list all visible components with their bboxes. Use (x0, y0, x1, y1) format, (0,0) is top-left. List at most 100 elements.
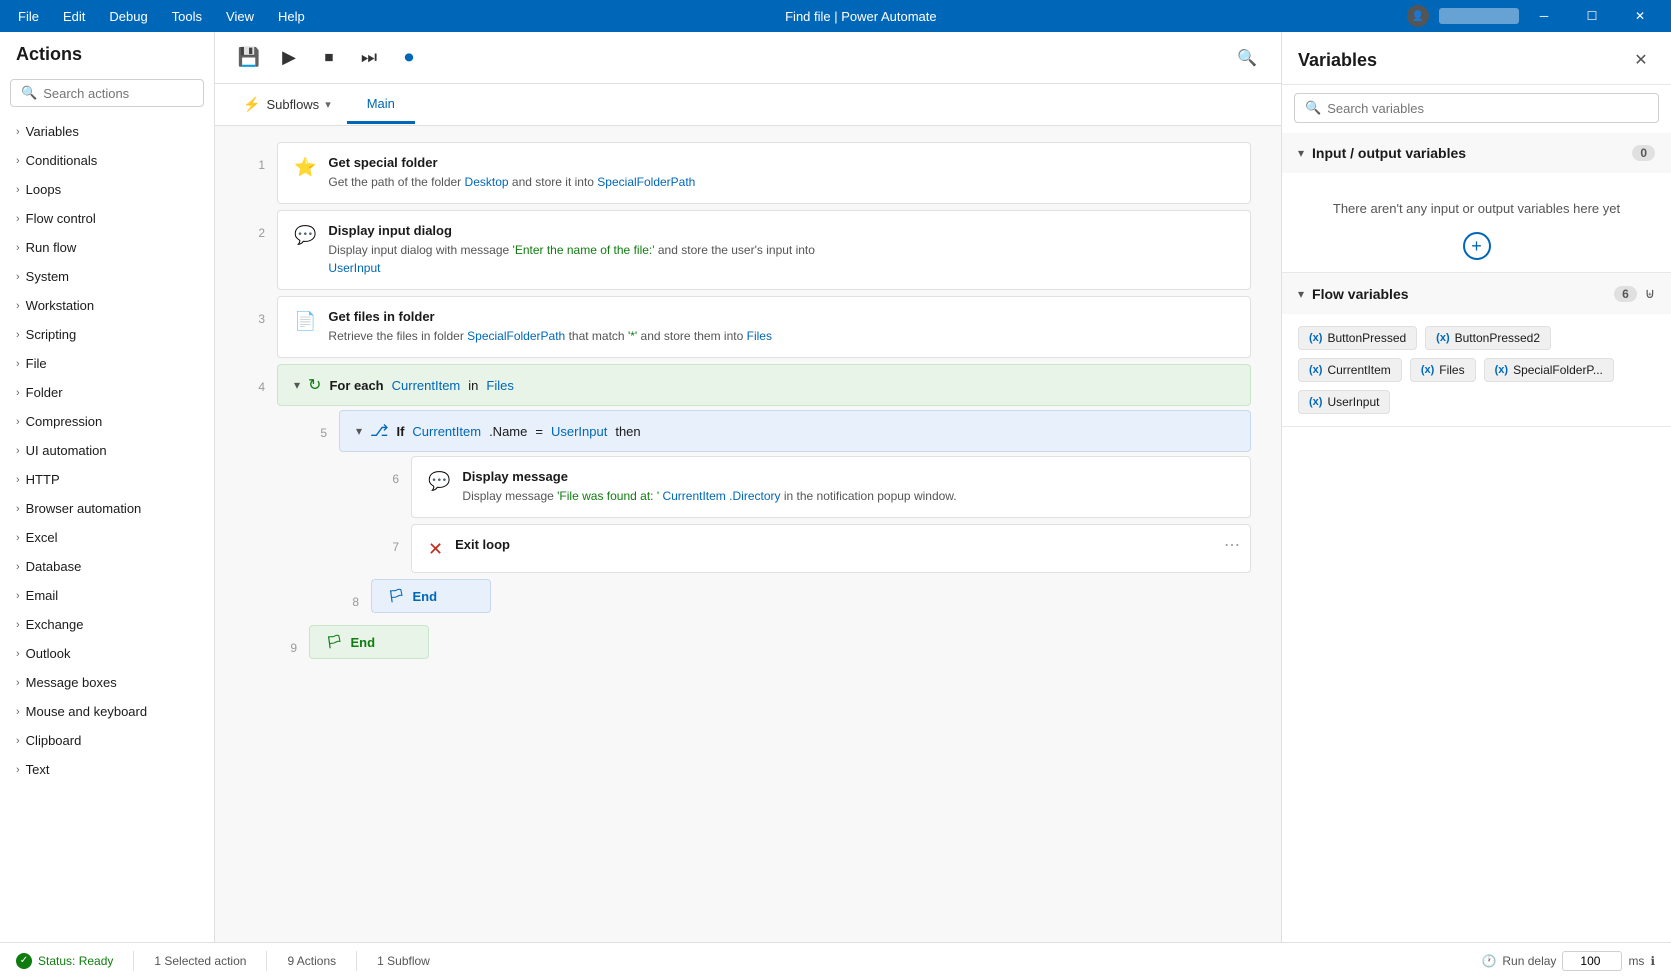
flow-canvas[interactable]: 1 ⭐ Get special folder Get the path of t… (215, 126, 1281, 942)
sidebar-item-variables[interactable]: ›Variables (0, 117, 214, 146)
sidebar-item-email[interactable]: ›Email (0, 581, 214, 610)
menu-help[interactable]: Help (268, 5, 315, 28)
sidebar-item-scripting[interactable]: ›Scripting (0, 320, 214, 349)
subflows-chevron-icon: ▾ (325, 98, 331, 111)
step-number-2: 2 (245, 210, 265, 240)
input-output-header[interactable]: ▾ Input / output variables 0 (1282, 133, 1671, 173)
minimize-button[interactable]: ─ (1521, 0, 1567, 32)
flow-step-display-msg: 6 💬 Display message Display message (379, 456, 1251, 518)
maximize-button[interactable]: ☐ (1569, 0, 1615, 32)
var-chip-files[interactable]: (x) Files (1410, 358, 1476, 382)
sidebar-item-workstation[interactable]: ›Workstation (0, 291, 214, 320)
var-chip-buttonpressed[interactable]: (x) ButtonPressed (1298, 326, 1417, 350)
sidebar-item-run-flow[interactable]: ›Run flow (0, 233, 214, 262)
sidebar-item-folder[interactable]: ›Folder (0, 378, 214, 407)
end-for-block[interactable]: 🏳 End (309, 625, 429, 659)
step-card-exit-loop[interactable]: ✕ Exit loop ⋯ (411, 524, 1251, 573)
sidebar-item-browser-automation[interactable]: ›Browser automation (0, 494, 214, 523)
run-button[interactable]: ▶ (271, 40, 307, 76)
search-variables-box[interactable]: 🔍 (1294, 93, 1659, 123)
menu-tools[interactable]: Tools (162, 5, 212, 28)
display-msg-icon: 💬 (428, 471, 450, 492)
more-options-icon[interactable]: ⋯ (1224, 535, 1240, 555)
var-chip-userinput[interactable]: (x) UserInput (1298, 390, 1390, 414)
sidebar-item-system[interactable]: ›System (0, 262, 214, 291)
end-if-block[interactable]: 🏳 End (371, 579, 491, 613)
status-bar: ✓ Status: Ready 1 Selected action 9 Acti… (0, 942, 1671, 978)
sidebar-item-compression[interactable]: ›Compression (0, 407, 214, 436)
flow-vars-collapse-icon: ▾ (1298, 287, 1304, 301)
menu-bar[interactable]: File Edit Debug Tools View Help (8, 5, 315, 28)
step-number-6: 6 (379, 456, 399, 486)
if-body: 6 💬 Display message Display message (379, 456, 1251, 573)
if-collapse-icon[interactable]: ▾ (356, 424, 362, 438)
subflows-button[interactable]: ⚡ Subflows ▾ (231, 88, 343, 121)
var-chip-icon-2: (x) (1309, 364, 1322, 376)
sidebar-item-exchange[interactable]: ›Exchange (0, 610, 214, 639)
foreach-collapse-icon[interactable]: ▾ (294, 378, 300, 392)
step-desc-3: Retrieve the files in folder SpecialFold… (328, 327, 1234, 345)
sidebar-item-http[interactable]: ›HTTP (0, 465, 214, 494)
var-chip-currentitem[interactable]: (x) CurrentItem (1298, 358, 1402, 382)
sidebar-item-message-boxes[interactable]: ›Message boxes (0, 668, 214, 697)
var-chip-buttonpressed2[interactable]: (x) ButtonPressed2 (1425, 326, 1551, 350)
step-number-8: 8 (339, 579, 359, 609)
sidebar-item-mouse-keyboard[interactable]: ›Mouse and keyboard (0, 697, 214, 726)
sidebar-item-loops[interactable]: ›Loops (0, 175, 214, 204)
sidebar-item-clipboard[interactable]: ›Clipboard (0, 726, 214, 755)
window-title: Find file | Power Automate (315, 9, 1407, 24)
run-delay-input[interactable] (1562, 951, 1622, 971)
window-controls[interactable]: 👤 ─ ☐ ✕ (1407, 0, 1663, 32)
sidebar-item-database[interactable]: ›Database (0, 552, 214, 581)
run-delay-label: Run delay (1502, 954, 1556, 968)
step-card-get-special-folder[interactable]: ⭐ Get special folder Get the path of the… (277, 142, 1251, 204)
flow-step-end-if: 8 🏳 End (339, 579, 1251, 613)
canvas-search-button[interactable]: 🔍 (1229, 40, 1265, 76)
status-separator-1 (133, 951, 134, 971)
input-output-collapse-icon: ▾ (1298, 146, 1304, 160)
foreach-var1: CurrentItem (392, 378, 461, 393)
variables-close-button[interactable]: ✕ (1627, 46, 1655, 74)
if-header[interactable]: ▾ ⎇ If CurrentItem .Name = UserInput the… (339, 410, 1251, 452)
close-button[interactable]: ✕ (1617, 0, 1663, 32)
save-button[interactable]: 💾 (231, 40, 267, 76)
var-chip-icon-4: (x) (1495, 364, 1508, 376)
search-actions-box[interactable]: 🔍 (10, 79, 204, 107)
sidebar-item-text[interactable]: ›Text (0, 755, 214, 784)
flow-vars-header[interactable]: ▾ Flow variables 6 ⊎ (1282, 273, 1671, 314)
step-card-get-files[interactable]: 📄 Get files in folder Retrieve the files… (277, 296, 1251, 358)
sidebar-item-flow-control[interactable]: ›Flow control (0, 204, 214, 233)
add-variable-button[interactable]: + (1463, 232, 1491, 260)
filter-icon[interactable]: ⊎ (1645, 285, 1655, 302)
var-chip-specialfolderpath[interactable]: (x) SpecialFolderP... (1484, 358, 1614, 382)
get-files-icon: 📄 (294, 311, 316, 332)
end-for-label: End (351, 635, 376, 650)
sidebar-item-file[interactable]: ›File (0, 349, 214, 378)
record-button[interactable]: ⏺ (391, 40, 427, 76)
menu-debug[interactable]: Debug (99, 5, 157, 28)
step-card-display-input[interactable]: 💬 Display input dialog Display input dia… (277, 210, 1251, 290)
step-card-display-msg[interactable]: 💬 Display message Display message 'File … (411, 456, 1251, 518)
menu-view[interactable]: View (216, 5, 264, 28)
if-op: = (535, 424, 543, 439)
flow-vars-count: 6 (1614, 286, 1637, 302)
next-button[interactable]: ⏭ (351, 40, 387, 76)
actions-list: ›Variables ›Conditionals ›Loops ›Flow co… (0, 117, 214, 942)
step-title-1: Get special folder (328, 155, 1234, 170)
if-var1: CurrentItem (412, 424, 481, 439)
step-content-3: Get files in folder Retrieve the files i… (328, 309, 1234, 345)
foreach-header[interactable]: ▾ ↻ For each CurrentItem in Files (277, 364, 1251, 406)
menu-file[interactable]: File (8, 5, 49, 28)
sidebar-item-conditionals[interactable]: ›Conditionals (0, 146, 214, 175)
search-actions-input[interactable] (43, 86, 219, 101)
search-variables-input[interactable] (1327, 101, 1648, 116)
stop-button[interactable]: ⏹ (311, 40, 347, 76)
flag-for-icon: 🏳 (326, 634, 343, 650)
tab-main[interactable]: Main (347, 86, 415, 124)
sidebar-item-outlook[interactable]: ›Outlook (0, 639, 214, 668)
sidebar-item-excel[interactable]: ›Excel (0, 523, 214, 552)
status-text: Status: Ready (38, 954, 113, 968)
menu-edit[interactable]: Edit (53, 5, 95, 28)
clock-icon: 🕐 (1481, 954, 1496, 968)
sidebar-item-ui-automation[interactable]: ›UI automation (0, 436, 214, 465)
